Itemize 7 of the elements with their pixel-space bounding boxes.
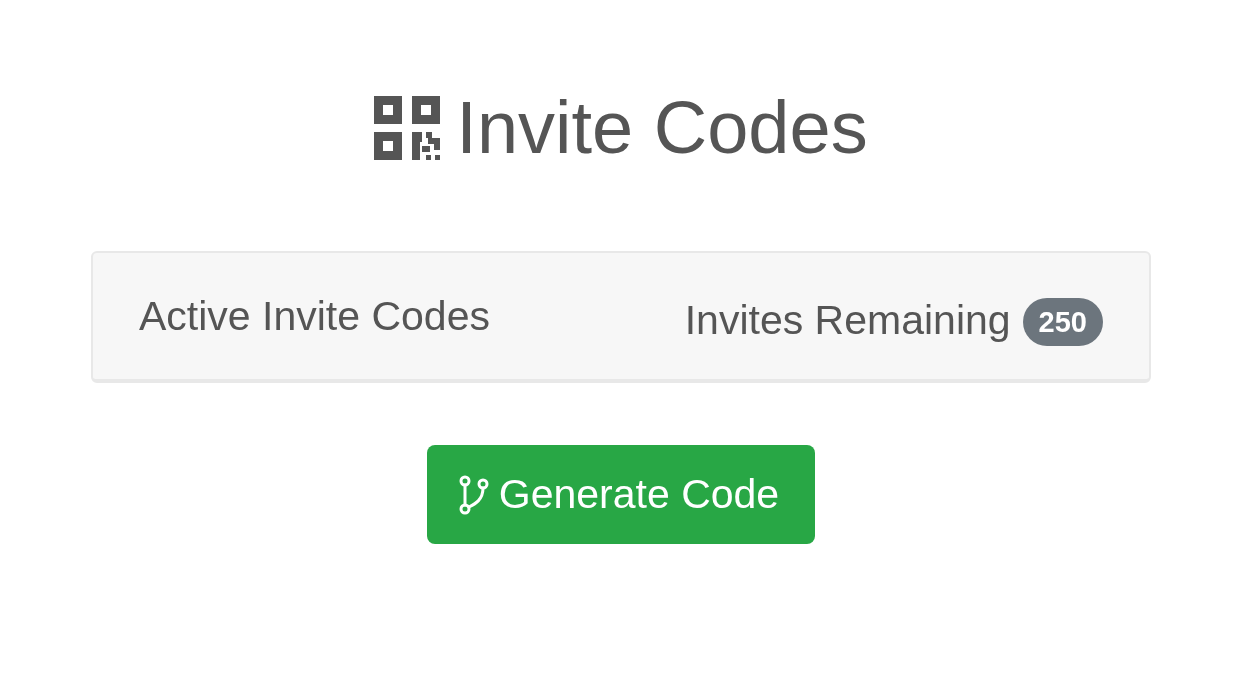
qr-code-icon: [374, 96, 441, 160]
generate-code-button[interactable]: Generate Code: [426, 445, 816, 544]
active-codes-label: Active Invite Codes: [139, 292, 490, 340]
remaining-count-badge: 250: [1022, 298, 1103, 346]
invites-remaining-label: Invites Remaining: [684, 296, 1011, 344]
branch-icon: [458, 474, 489, 515]
page-title: Invite Codes: [456, 86, 868, 170]
